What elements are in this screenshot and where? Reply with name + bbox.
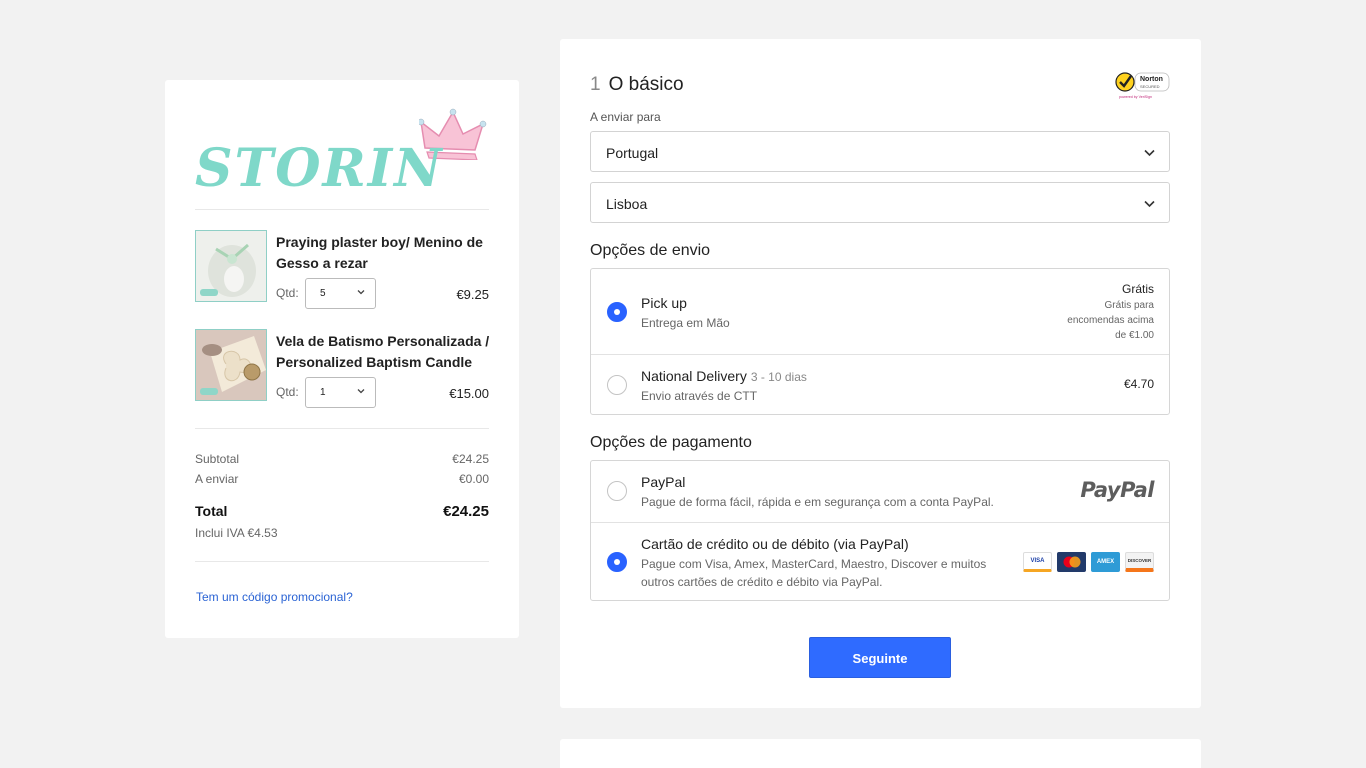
norton-powered-label: powered by VeriSign <box>1119 95 1152 99</box>
next-step-panel <box>560 739 1201 768</box>
item-price: €15.00 <box>449 386 489 401</box>
divider <box>195 561 489 562</box>
item-name: Vela de Batismo Personalizada / Personal… <box>276 333 490 370</box>
option-title: PayPal <box>641 474 686 490</box>
quantity-value: 1 <box>320 387 326 398</box>
step-title: 1 O básico <box>590 74 684 96</box>
cart-item: Vela de Batismo Personalizada / Personal… <box>195 329 490 408</box>
subtotal-label: Subtotal <box>195 452 240 466</box>
shipping-option-national-delivery[interactable]: National Delivery 3 - 10 dias Envio atrav… <box>591 354 1169 414</box>
total-label: Total <box>195 503 228 519</box>
chevron-down-icon <box>357 290 365 295</box>
discover-icon: DISCOVER <box>1125 552 1154 572</box>
cart-item: Praying plaster boy/ Menino de Gesso a r… <box>195 230 489 309</box>
norton-secured-label: SECURED <box>1140 84 1160 89</box>
total-row: Total €24.25 <box>195 503 489 520</box>
region-select[interactable]: Lisboa <box>590 182 1170 223</box>
option-price: €4.70 <box>1123 377 1154 391</box>
product-thumbnail[interactable] <box>195 329 267 401</box>
norton-secured-badge: Norton SECURED powered by VeriSign <box>1115 69 1171 101</box>
step-title-text: O básico <box>608 74 684 95</box>
norton-label: Norton <box>1140 76 1163 83</box>
option-title: National Delivery 3 - 10 dias <box>641 368 807 384</box>
checkout-panel: 1 O básico Norton SECURED powered by Veri… <box>560 39 1201 708</box>
mastercard-icon <box>1057 552 1086 572</box>
promo-code-link[interactable]: Tem um código promocional? <box>196 590 353 604</box>
paypal-logo: PayPal <box>1080 478 1154 502</box>
subtotal-value: €24.25 <box>452 452 489 466</box>
chevron-down-icon <box>1144 200 1155 208</box>
option-price-note: Grátis para encomendas acima de €1.00 <box>1067 300 1154 341</box>
shipping-value: €0.00 <box>458 472 489 486</box>
item-name: Praying plaster boy/ Menino de Gesso a r… <box>276 234 483 271</box>
divider <box>195 209 489 210</box>
shipping-row: A enviar €0.00 <box>195 472 489 486</box>
option-description: Pague de forma fácil, rápida e em segura… <box>641 495 994 509</box>
step-number: 1 <box>590 74 601 95</box>
option-description: Entrega em Mão <box>641 316 730 330</box>
option-title: Cartão de crédito ou de débito (via PayP… <box>641 536 909 552</box>
region-value: Lisboa <box>606 196 648 212</box>
option-title: Pick up <box>641 295 687 311</box>
country-select[interactable]: Portugal <box>590 131 1170 172</box>
payment-options-heading: Opções de pagamento <box>590 434 752 451</box>
shipping-options-list: Pick up Entrega em Mão Grátis Grátis par… <box>590 268 1170 415</box>
cart-summary: STORIN Praying plaster boy/ Menino de Ge… <box>165 80 519 638</box>
option-description: Pague com Visa, Amex, MasterCard, Maestr… <box>641 557 987 589</box>
subtotal-row: Subtotal €24.25 <box>195 452 489 466</box>
item-price: €9.25 <box>456 287 489 302</box>
option-description: Envio através de CTT <box>641 389 758 403</box>
shipping-label: A enviar <box>195 472 239 486</box>
quantity-value: 5 <box>320 288 326 299</box>
visa-icon: VISA <box>1023 552 1052 572</box>
quantity-select[interactable]: 1 <box>305 377 376 408</box>
store-logo[interactable]: STORIN <box>195 108 491 199</box>
payment-options-list: PayPal Pague de forma fácil, rápida e em… <box>590 460 1170 601</box>
tax-note: Inclui IVA €4.53 <box>195 526 278 540</box>
card-logos: VISA AMEX DISCOVER <box>1023 552 1154 572</box>
option-title-text: National Delivery <box>641 368 747 384</box>
radio-button-selected[interactable] <box>607 302 627 322</box>
payment-option-paypal[interactable]: PayPal Pague de forma fácil, rápida e em… <box>591 461 1169 522</box>
chevron-down-icon <box>357 389 365 394</box>
total-value: €24.25 <box>443 503 489 520</box>
chevron-down-icon <box>1144 149 1155 157</box>
radio-button-selected[interactable] <box>607 552 627 572</box>
country-value: Portugal <box>606 145 659 161</box>
ship-to-label: A enviar para <box>590 110 661 124</box>
option-price: Grátis <box>1121 282 1154 296</box>
amex-icon: AMEX <box>1091 552 1120 572</box>
shipping-options-heading: Opções de envio <box>590 242 711 259</box>
qty-label: Qtd: <box>276 286 299 300</box>
delivery-time: 3 - 10 dias <box>750 370 807 384</box>
qty-label: Qtd: <box>276 385 299 399</box>
product-thumbnail[interactable] <box>195 230 267 302</box>
radio-button[interactable] <box>607 481 627 501</box>
quantity-select[interactable]: 5 <box>305 278 376 309</box>
logo-wordmark: STORIN <box>195 138 444 199</box>
shipping-option-pickup[interactable]: Pick up Entrega em Mão Grátis Grátis par… <box>591 269 1169 354</box>
radio-button[interactable] <box>607 375 627 395</box>
next-button[interactable]: Seguinte <box>809 637 951 678</box>
divider <box>195 428 489 429</box>
payment-option-card[interactable]: Cartão de crédito ou de débito (via PayP… <box>591 522 1169 600</box>
